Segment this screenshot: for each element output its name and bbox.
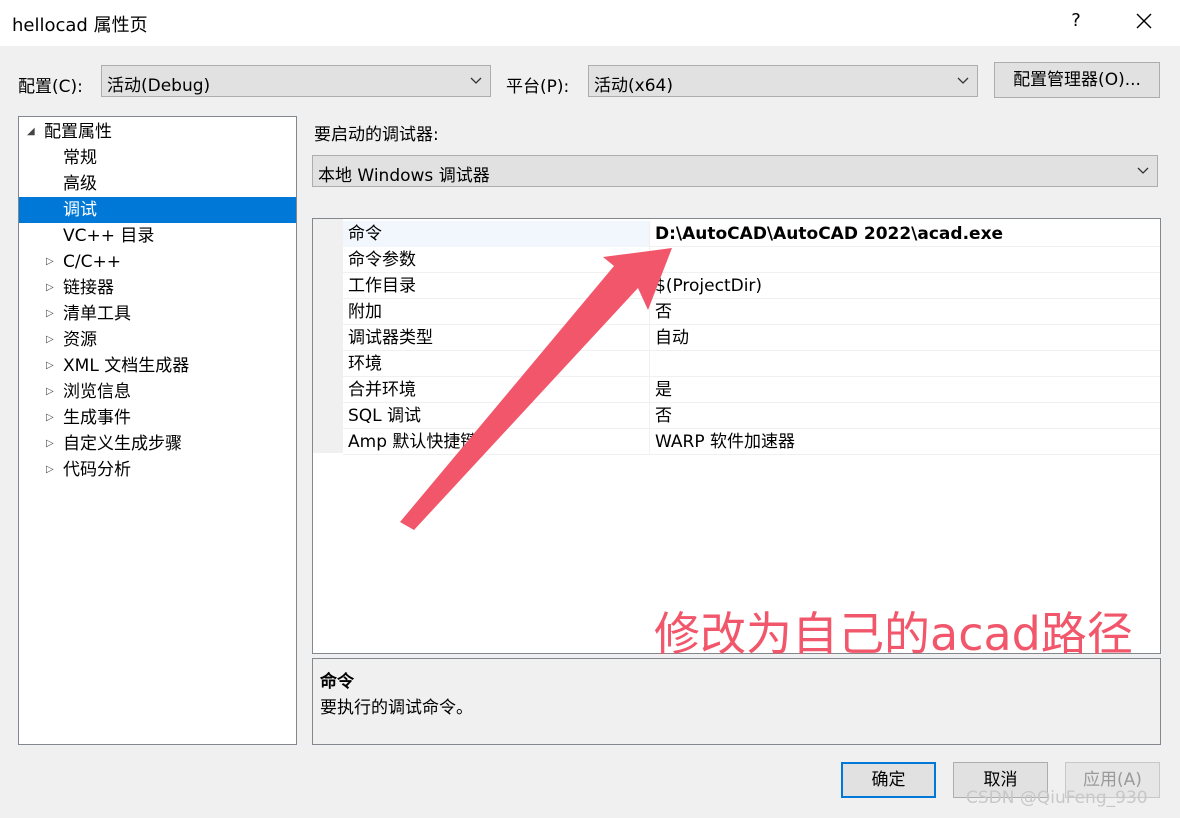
annotation-text: 修改为自己的acad路径 [654,607,1133,661]
watermark: CSDN @QiuFeng_930 [966,788,1148,808]
description-text: 要执行的调试命令。 [320,698,473,718]
description-title: 命令 [320,672,354,692]
ok-button[interactable]: 确定 [841,762,936,798]
description-pane: 命令 要执行的调试命令。 [312,658,1161,745]
